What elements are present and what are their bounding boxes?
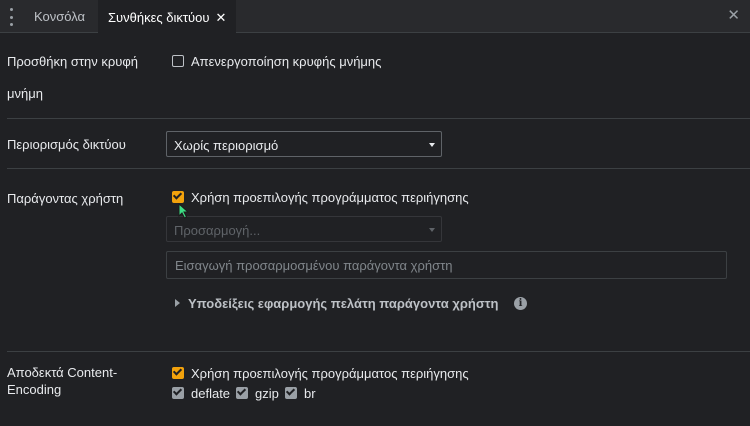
deflate-label[interactable]: deflate [191, 386, 230, 401]
disable-cache-label[interactable]: Απενεργοποίηση κρυφής μνήμης [191, 54, 381, 69]
custom-user-agent-input[interactable] [167, 252, 726, 278]
tab-network-conditions-label: Συνθήκες δικτύου [108, 10, 210, 25]
gzip-checkbox[interactable] [236, 386, 248, 399]
disable-cache-checkbox[interactable] [172, 55, 184, 67]
use-default-user-agent-checkbox[interactable] [172, 190, 184, 203]
tab-network-conditions[interactable]: Συνθήκες δικτύου ✕ [98, 0, 237, 33]
caching-label-line2: μνήμη [7, 86, 43, 101]
throttling-select[interactable]: Χωρίς περιορισμό [166, 131, 442, 157]
more-tabs-kebab-icon[interactable] [5, 8, 17, 26]
divider [7, 351, 750, 352]
content-encoding-label-line1: Αποδεκτά Content- [7, 365, 118, 380]
content-encoding-label-line2: Encoding [7, 382, 62, 397]
divider [7, 118, 750, 119]
use-default-encoding-checkbox[interactable] [172, 366, 184, 379]
custom-user-agent-field[interactable] [166, 251, 727, 279]
custom-user-agent-select[interactable]: Προσαρμογή... [166, 216, 442, 242]
br-label[interactable]: br [304, 386, 316, 401]
chevron-down-icon [429, 228, 435, 232]
throttling-select-value: Χωρίς περιορισμό [174, 138, 279, 153]
custom-user-agent-select-value: Προσαρμογή... [174, 223, 261, 238]
info-icon[interactable]: i [514, 297, 527, 310]
deflate-checkbox[interactable] [172, 386, 184, 399]
client-hints-toggle[interactable]: Υποδείξεις εφαρμογής πελάτη παράγοντα χρ… [175, 296, 498, 311]
gzip-label[interactable]: gzip [255, 386, 279, 401]
mouse-pointer-icon [178, 203, 190, 219]
use-default-user-agent-label[interactable]: Χρήση προεπιλογής προγράμματος περιήγηση… [191, 190, 469, 205]
tab-close-icon[interactable]: ✕ [216, 2, 227, 33]
tab-console[interactable]: Κονσόλα [24, 0, 95, 33]
divider [7, 168, 750, 169]
chevron-down-icon [429, 143, 435, 147]
use-default-encoding-label[interactable]: Χρήση προεπιλογής προγράμματος περιήγηση… [191, 366, 469, 381]
throttling-label: Περιορισμός δικτύου [7, 137, 126, 152]
drawer-close-icon[interactable]: ✕ [727, 8, 740, 24]
client-hints-label: Υποδείξεις εφαρμογής πελάτη παράγοντα χρ… [188, 296, 499, 311]
caching-label-line1: Προσθήκη στην κρυφή [7, 54, 139, 69]
br-checkbox[interactable] [285, 386, 297, 399]
user-agent-label: Παράγοντας χρήστη [7, 191, 124, 206]
drawer-tabbar: Κονσόλα Συνθήκες δικτύου ✕ ✕ [0, 0, 750, 33]
triangle-right-icon [175, 299, 180, 307]
